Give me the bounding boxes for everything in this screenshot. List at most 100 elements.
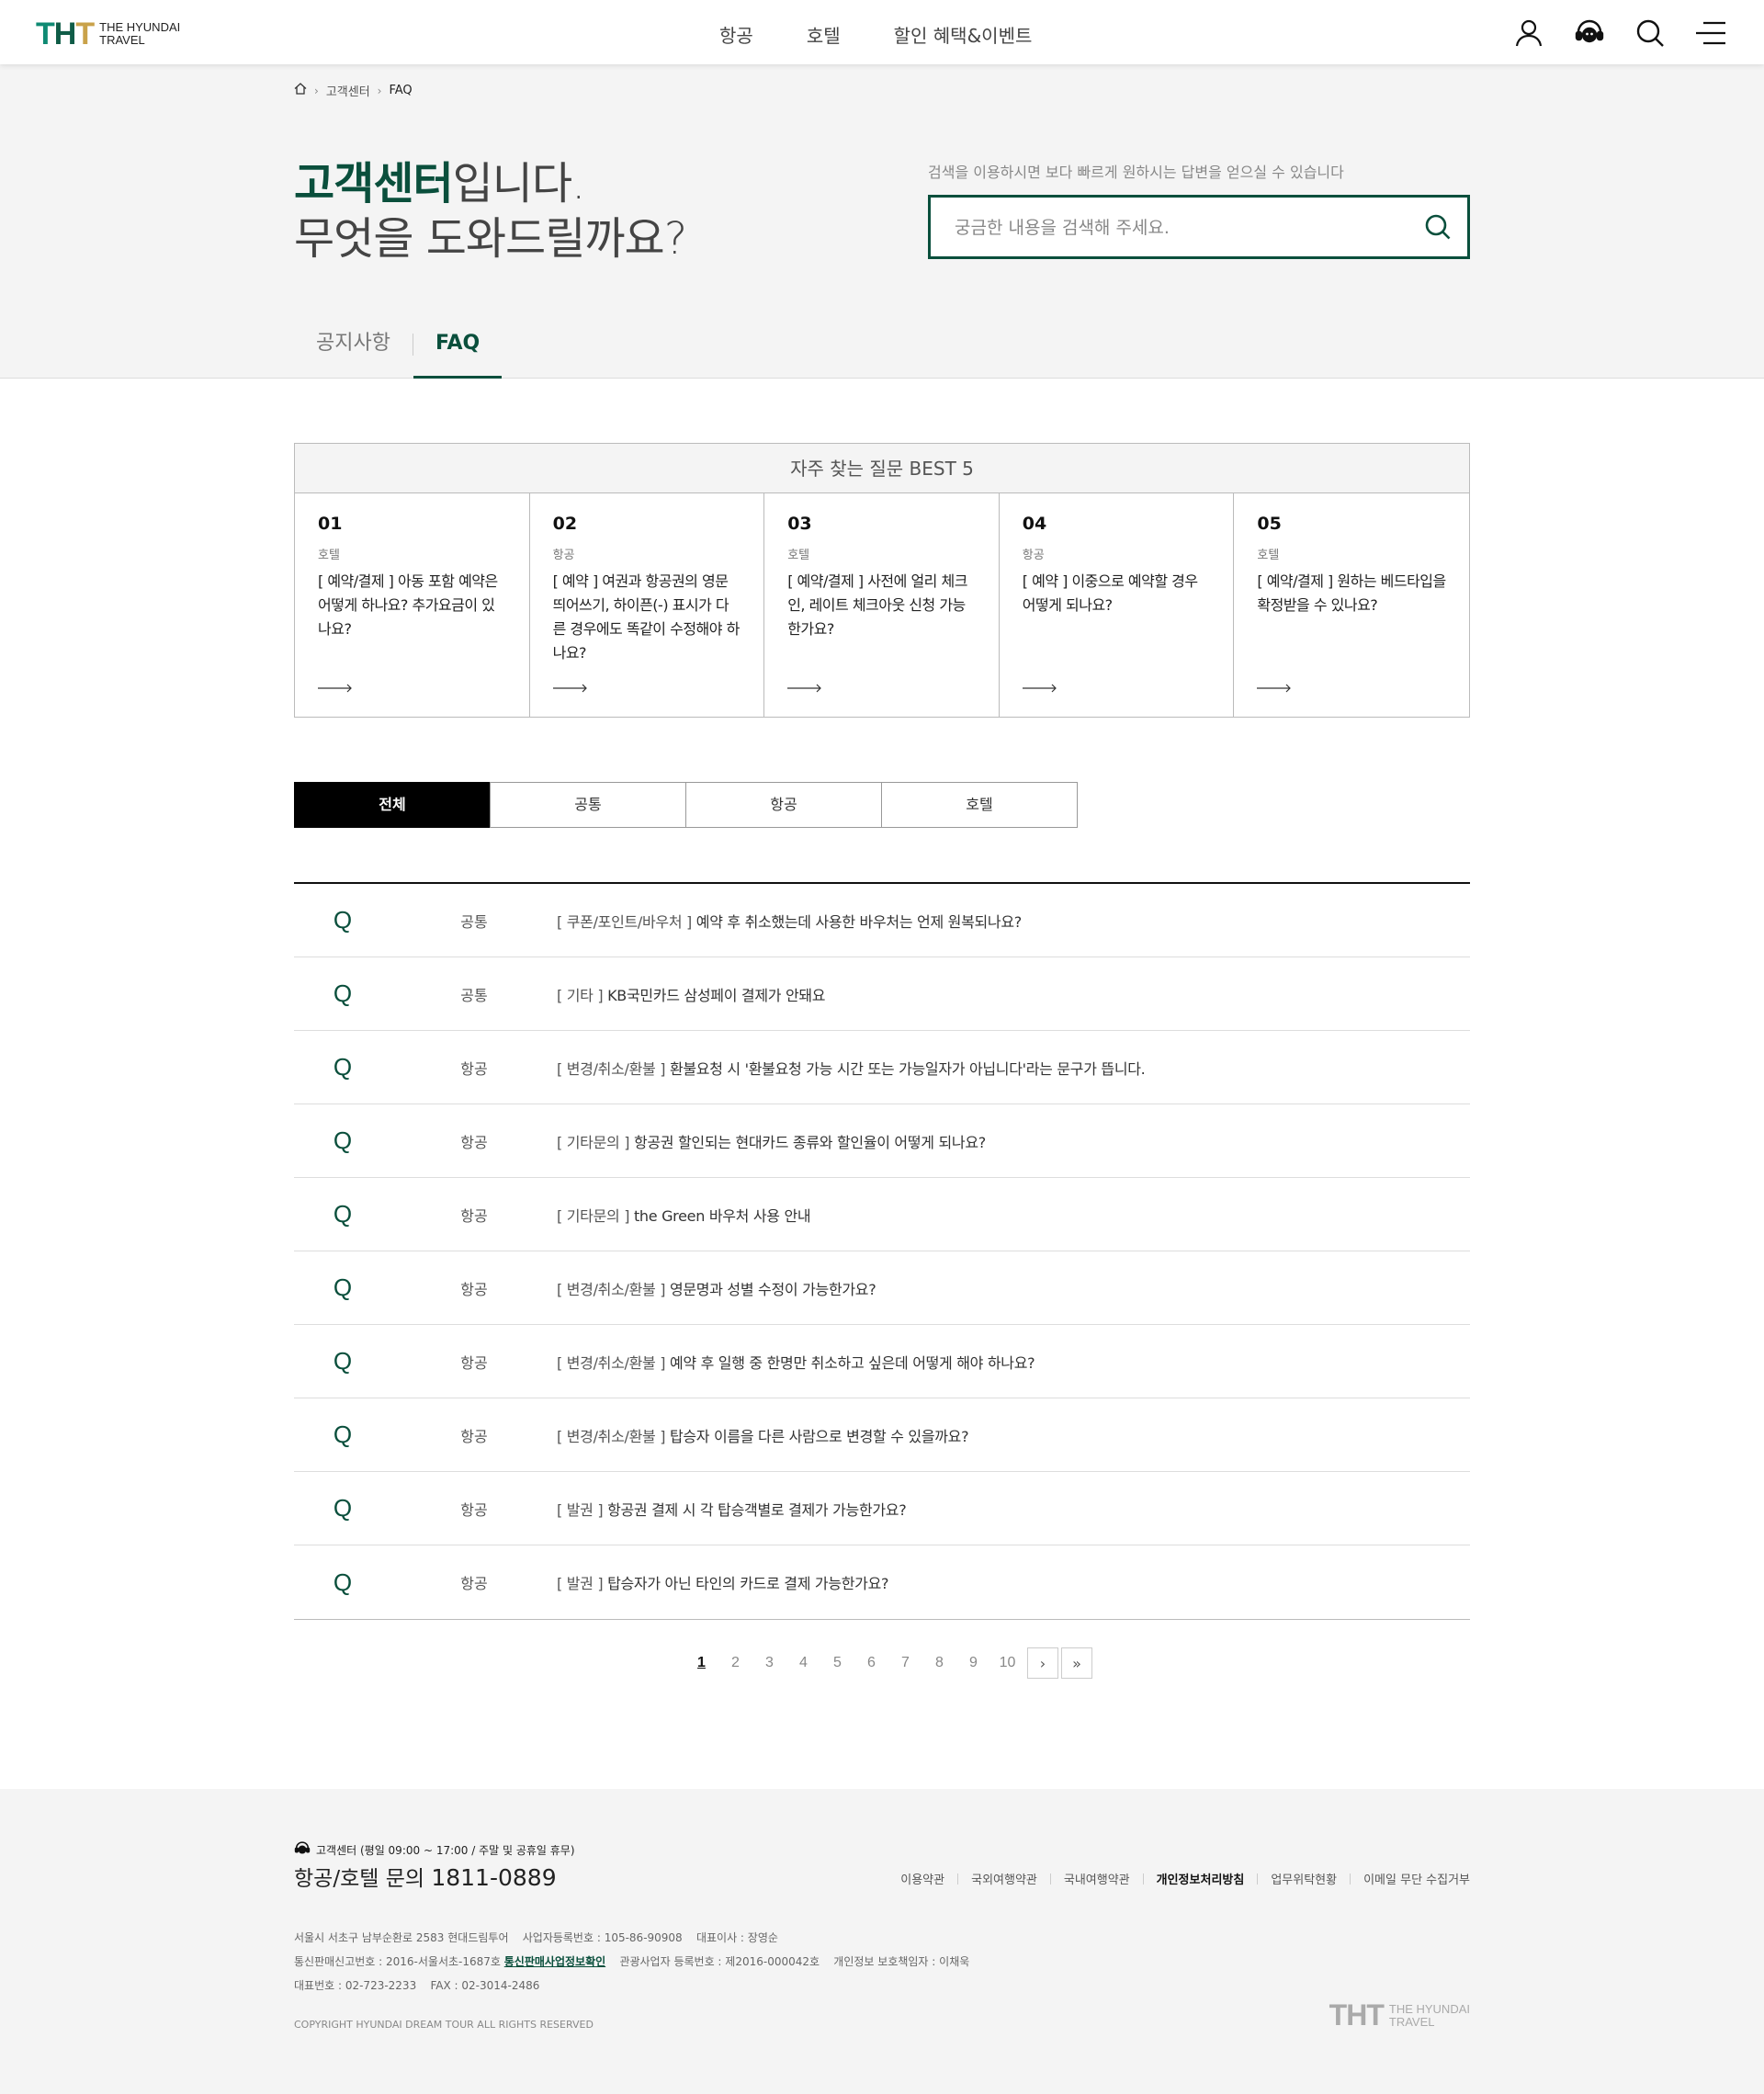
footer-link-terms[interactable]: 이용약관 bbox=[888, 1870, 957, 1887]
question-mark: Q bbox=[333, 1421, 353, 1448]
best5-rank: 02 bbox=[552, 514, 578, 534]
breadcrumb-current: FAQ bbox=[389, 84, 413, 97]
question-mark: Q bbox=[333, 1053, 353, 1081]
customer-center-hero: › 고객센터 › FAQ 고객센터입니다. 무엇을 도와드릴까요? 검색을 이용… bbox=[0, 64, 1764, 379]
utility-menu bbox=[1512, 17, 1727, 50]
site-footer: 고객센터 (평일 09:00 ~ 17:00 / 주말 및 공휴일 휴무) 항공… bbox=[0, 1789, 1764, 2094]
faq-row[interactable]: Q 항공 [ 기타문의 ] 항공권 할인되는 현대카드 종류와 할인율이 어떻게 되… bbox=[294, 1104, 1470, 1178]
faq-list: Q 공통 [ 쿠폰/포인트/바우처 ] 예약 후 취소했는데 사용한 바우처는 언제… bbox=[294, 882, 1470, 1620]
page-title: 고객센터입니다. 무엇을 도와드릴까요? bbox=[294, 158, 687, 265]
arrow-right-icon bbox=[1022, 684, 1057, 693]
tab-faq[interactable]: FAQ bbox=[413, 311, 503, 379]
footer-link-outsourcing[interactable]: 업무위탁현황 bbox=[1258, 1870, 1350, 1887]
best5-item[interactable]: 04 항공 [ 예약 ] 이중으로 예약할 경우 어떻게 되나요? bbox=[1000, 493, 1235, 717]
nav-item-air[interactable]: 항공 bbox=[719, 21, 753, 48]
page-link[interactable]: 4 bbox=[786, 1655, 820, 1671]
faq-row[interactable]: Q 항공 [ 기타문의 ] the Green 바우처 사용 안내 bbox=[294, 1178, 1470, 1251]
best5-category: 호텔 bbox=[1257, 549, 1280, 562]
best5-question: [ 예약/결제 ] 원하는 베드타입을 확정받을 수 있나요? bbox=[1257, 572, 1446, 614]
page-link[interactable]: 3 bbox=[752, 1655, 786, 1671]
best5-question: [ 예약/결제 ] 아동 포함 예약은 어떻게 하나요? 추가요금이 있나요? bbox=[318, 572, 498, 638]
best5-rank: 01 bbox=[318, 514, 343, 534]
page-link[interactable]: 7 bbox=[888, 1655, 922, 1671]
page-link[interactable]: 9 bbox=[956, 1655, 990, 1671]
faq-row[interactable]: Q 항공 [ 발권 ] 탑승자가 아닌 타인의 카드로 결제 가능한가요? bbox=[294, 1545, 1470, 1619]
site-logo[interactable]: THT THE HYUNDAI TRAVEL bbox=[36, 18, 180, 50]
faq-row[interactable]: Q 공통 [ 쿠폰/포인트/바우처 ] 예약 후 취소했는데 사용한 바우처는 언제… bbox=[294, 884, 1470, 957]
nav-item-benefits[interactable]: 할인 혜택&이벤트 bbox=[894, 21, 1033, 48]
faq-row[interactable]: Q 공통 [ 기타 ] KB국민카드 삼성페이 결제가 안돼요 bbox=[294, 957, 1470, 1031]
question-mark: Q bbox=[333, 1273, 353, 1301]
footer-links: 이용약관 국외여행약관 국내여행약관 개인정보처리방침 업무위탁현황 이메일 무… bbox=[888, 1870, 1470, 1887]
home-icon[interactable] bbox=[294, 83, 307, 98]
next-page-button[interactable]: › bbox=[1027, 1647, 1058, 1679]
last-page-button[interactable]: » bbox=[1061, 1647, 1092, 1679]
faq-question: [ 변경/취소/환불 ] 영문명과 성별 수정이 가능한가요? bbox=[557, 1280, 876, 1298]
faq-row[interactable]: Q 항공 [ 변경/취소/환불 ] 영문명과 성별 수정이 가능한가요? bbox=[294, 1251, 1470, 1325]
breadcrumb: › 고객센터 › FAQ bbox=[294, 82, 413, 99]
page-link[interactable]: 2 bbox=[718, 1655, 752, 1671]
company-info: 서울시 서초구 남부순환로 2583 현대드림투어 사업자등록번호 : 105-… bbox=[294, 1931, 970, 1992]
faq-category: 항공 bbox=[460, 1280, 488, 1298]
best5-rank: 05 bbox=[1257, 514, 1282, 534]
best5-item[interactable]: 02 항공 [ 예약 ] 여권과 항공권의 영문 띄어쓰기, 하이픈(-) 표시… bbox=[530, 493, 765, 717]
breadcrumb-item[interactable]: 고객센터 bbox=[326, 82, 370, 99]
faq-row[interactable]: Q 항공 [ 변경/취소/환불 ] 환불요청 시 '환불요청 가능 시간 또는 가능… bbox=[294, 1031, 1470, 1104]
faq-category-tabs: 전체 공통 항공 호텔 bbox=[294, 782, 1078, 828]
customer-support-icon[interactable] bbox=[1573, 17, 1606, 50]
page-link[interactable]: 8 bbox=[922, 1655, 956, 1671]
best5-question: [ 예약 ] 여권과 항공권의 영문 띄어쓰기, 하이픈(-) 표시가 다른 경… bbox=[552, 572, 741, 662]
tab-notice[interactable]: 공지사항 bbox=[294, 311, 413, 379]
faq-question: [ 기타문의 ] 항공권 할인되는 현대카드 종류와 할인율이 어떻게 되나요? bbox=[557, 1133, 986, 1151]
best5-category: 호텔 bbox=[318, 549, 340, 562]
faq-question: [ 쿠폰/포인트/바우처 ] 예약 후 취소했는데 사용한 바우처는 언제 원복… bbox=[557, 912, 1022, 931]
pagination: 1 2 3 4 5 6 7 8 9 10 › » bbox=[684, 1647, 1092, 1679]
faq-category: 항공 bbox=[460, 1427, 488, 1445]
faq-category: 항공 bbox=[460, 1206, 488, 1225]
chevron-right-icon: › bbox=[314, 84, 319, 97]
footer-link-privacy[interactable]: 개인정보처리방침 bbox=[1144, 1870, 1258, 1887]
arrow-right-icon bbox=[318, 684, 352, 693]
page-link[interactable]: 5 bbox=[820, 1655, 854, 1671]
best5-category: 항공 bbox=[552, 549, 575, 562]
question-mark: Q bbox=[333, 1200, 353, 1228]
site-header: THT THE HYUNDAI TRAVEL 항공 호텔 할인 혜택&이벤트 bbox=[0, 0, 1764, 64]
search-icon[interactable] bbox=[1634, 17, 1667, 50]
user-icon[interactable] bbox=[1512, 17, 1545, 50]
search-button[interactable] bbox=[1421, 210, 1454, 243]
category-tab-hotel[interactable]: 호텔 bbox=[881, 782, 1078, 828]
best5-rank: 04 bbox=[1022, 514, 1047, 534]
best5-question: [ 예약/결제 ] 사전에 얼리 체크인, 레이트 체크아웃 신청 가능한가요? bbox=[787, 572, 967, 638]
logo-text: THE HYUNDAI TRAVEL bbox=[99, 20, 181, 47]
business-info-link[interactable]: 통신판매사업정보확인 bbox=[504, 1955, 605, 1968]
faq-category: 항공 bbox=[460, 1133, 488, 1151]
best5-item[interactable]: 01 호텔 [ 예약/결제 ] 아동 포함 예약은 어떻게 하나요? 추가요금이… bbox=[295, 493, 530, 717]
page-link[interactable]: 6 bbox=[854, 1655, 888, 1671]
page-link-current[interactable]: 1 bbox=[684, 1655, 718, 1671]
cs-hours: 고객센터 (평일 09:00 ~ 17:00 / 주말 및 공휴일 휴무) bbox=[294, 1840, 575, 1860]
menu-icon[interactable] bbox=[1694, 17, 1727, 50]
faq-search-input[interactable] bbox=[955, 214, 1396, 242]
faq-category: 공통 bbox=[460, 912, 488, 931]
category-tab-all[interactable]: 전체 bbox=[294, 782, 491, 828]
footer-logo: THT THE HYUNDAI TRAVEL bbox=[1329, 1998, 1470, 2032]
faq-row[interactable]: Q 항공 [ 변경/취소/환불 ] 예약 후 일행 중 한명만 취소하고 싶은데 어… bbox=[294, 1325, 1470, 1398]
best5-category: 호텔 bbox=[787, 549, 810, 562]
faq-row[interactable]: Q 항공 [ 변경/취소/환불 ] 탑승자 이름을 다른 사람으로 변경할 수 있을… bbox=[294, 1398, 1470, 1472]
faq-row[interactable]: Q 항공 [ 발권 ] 항공권 결제 시 각 탑승객별로 결제가 가능한가요? bbox=[294, 1472, 1470, 1545]
best5-item[interactable]: 03 호텔 [ 예약/결제 ] 사전에 얼리 체크인, 레이트 체크아웃 신청 … bbox=[764, 493, 1000, 717]
footer-link-domestic-terms[interactable]: 국내여행약관 bbox=[1051, 1870, 1143, 1887]
question-mark: Q bbox=[333, 1126, 353, 1154]
faq-question: [ 기타 ] KB국민카드 삼성페이 결제가 안돼요 bbox=[557, 986, 826, 1004]
faq-question: [ 변경/취소/환불 ] 예약 후 일행 중 한명만 취소하고 싶은데 어떻게 … bbox=[557, 1353, 1035, 1372]
question-mark: Q bbox=[333, 1568, 353, 1596]
arrow-right-icon bbox=[552, 684, 587, 693]
page-link[interactable]: 10 bbox=[990, 1655, 1024, 1671]
footer-link-intl-terms[interactable]: 국외여행약관 bbox=[958, 1870, 1050, 1887]
footer-link-email-refusal[interactable]: 이메일 무단 수집거부 bbox=[1351, 1870, 1470, 1887]
category-tab-common[interactable]: 공통 bbox=[490, 782, 686, 828]
best5-item[interactable]: 05 호텔 [ 예약/결제 ] 원하는 베드타입을 확정받을 수 있나요? bbox=[1234, 493, 1469, 717]
category-tab-air[interactable]: 항공 bbox=[685, 782, 882, 828]
nav-item-hotel[interactable]: 호텔 bbox=[807, 21, 841, 48]
question-mark: Q bbox=[333, 979, 353, 1007]
